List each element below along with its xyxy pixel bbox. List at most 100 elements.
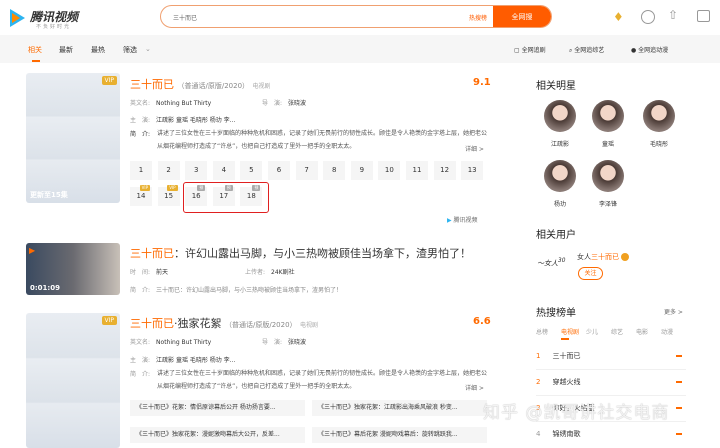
episode-button[interactable]: 9 xyxy=(350,161,373,180)
episode-button[interactable]: 13 xyxy=(461,161,484,180)
hot-tab[interactable]: 动漫 xyxy=(661,327,673,336)
episode-button[interactable]: 5 xyxy=(240,161,263,180)
hot-search-title: 热搜榜单 xyxy=(536,308,576,319)
trend-flat-icon xyxy=(676,355,682,357)
hot-tab[interactable]: 电影 xyxy=(636,327,648,336)
star-avatar[interactable] xyxy=(592,100,624,132)
star-name[interactable]: 杨玏 xyxy=(540,199,580,208)
hot-list-item[interactable]: 4 锦绣南歌 xyxy=(536,429,686,441)
rank-number: 1 xyxy=(536,352,541,360)
clip-link[interactable]: 《三十而已》幕后花絮 漫妮吻戏幕后：旋转跳跃我... xyxy=(312,427,487,443)
hot-tab[interactable]: 少儿 xyxy=(586,327,598,336)
chevron-down-icon[interactable]: ⌄ xyxy=(145,45,151,53)
uploader: 上传者: 24K剧社 xyxy=(245,269,295,276)
tab-latest[interactable]: 最新 xyxy=(59,45,73,55)
user-name[interactable]: 女人三十而已 xyxy=(577,252,630,262)
tencent-video-logo-icon[interactable] xyxy=(10,9,25,27)
description: 讲述了三位女性在三十岁面临的种种危机和困惑，记录了她们无畏前行的韧性成长。顾佳是… xyxy=(157,130,487,150)
english-name: 英文名: Nothing But Thirty xyxy=(130,100,212,107)
video-thumbnail[interactable]: ▶ 0:01:09 xyxy=(26,243,120,295)
upload-time: 时 间: 前天 xyxy=(130,269,169,276)
episode-button[interactable]: 12 xyxy=(433,161,456,180)
clip-link[interactable]: 《三十而已》独家花絮：漫妮激吻幕后大公开，反差... xyxy=(130,427,305,443)
episode-button[interactable]: 4 xyxy=(212,161,235,180)
hot-tab[interactable]: 电视剧 xyxy=(561,327,579,336)
director: 导 演: 张晓波 xyxy=(262,100,307,107)
rank-number: 4 xyxy=(536,430,541,438)
episode-button[interactable]: 7 xyxy=(295,161,318,180)
tab-hottest[interactable]: 最热 xyxy=(91,45,105,55)
director: 导 演: 张晓波 xyxy=(262,339,307,346)
star-avatar[interactable] xyxy=(592,160,624,192)
episode-button[interactable]: 8 xyxy=(323,161,346,180)
video-description: 简 介: 三十而已：许幻山露出马脚，与小三热吻被顾佳当场拿下，渣男怕了！ xyxy=(130,287,343,294)
english-name: 英文名: Nothing But Thirty xyxy=(130,339,212,346)
hot-tab[interactable]: 总榜 xyxy=(536,327,548,336)
episode-button[interactable]: 11 xyxy=(406,161,428,180)
hot-search-link[interactable]: 热搜榜 xyxy=(469,13,487,22)
result-poster[interactable]: VIP 更新至15集 xyxy=(26,73,120,203)
track-anime-link[interactable]: ● 全网追动漫 xyxy=(631,45,668,54)
trend-flat-icon xyxy=(676,381,682,383)
client-download-icon[interactable] xyxy=(697,10,710,22)
tab-related[interactable]: 相关 xyxy=(28,45,42,55)
verified-icon xyxy=(621,253,630,261)
vip-diamond-icon[interactable]: ♦ xyxy=(613,10,624,24)
hot-item-title: 三十而已 xyxy=(552,352,581,360)
clip-link[interactable]: 《三十而已》花絮：情侣原谅幕后公开 杨玏扬言要... xyxy=(130,400,305,416)
desc-label: 简 介: xyxy=(130,371,151,378)
detail-link[interactable]: 详细 > xyxy=(465,383,484,392)
tab-filter[interactable]: 筛选 xyxy=(123,45,137,55)
desc-label: 简 介: xyxy=(130,131,151,138)
star-name[interactable]: 江疏影 xyxy=(540,139,580,148)
episode-button[interactable]: 14 VIP xyxy=(130,185,152,206)
score: 6.6 xyxy=(473,316,491,327)
episode-button[interactable]: 15 VIP xyxy=(157,185,180,206)
filter-nav: 相关 最新 最热 筛选 ⌄ ▢ 全网追剧 ⌕ 全网追综艺 ● 全网追动漫 xyxy=(0,35,720,63)
search-input[interactable]: 三十而已 xyxy=(173,13,197,22)
vip-badge: VIP xyxy=(101,76,117,85)
clip-link[interactable]: 《三十而已》独家花絮：江疏影出海乘风破浪 秒变... xyxy=(312,400,487,416)
active-tab-indicator xyxy=(561,338,569,340)
video-title[interactable]: 三十而已：许幻山露出马脚，与小三热吻被顾佳当场拿下，渣男怕了！ xyxy=(130,245,471,261)
search-box[interactable]: 三十而已 热搜榜 全网搜 xyxy=(160,5,552,28)
active-tab-indicator xyxy=(32,60,40,62)
follow-button[interactable]: 关注 xyxy=(578,267,603,280)
search-button[interactable]: 全网搜 xyxy=(493,6,551,27)
star-name[interactable]: 童瑶 xyxy=(588,139,628,148)
hot-list-item[interactable]: 2 穿越火线 xyxy=(536,377,686,389)
result-title[interactable]: 三十而已·独家花絮 （普通话/原版/2020） 电视剧 xyxy=(130,315,318,331)
more-link[interactable]: 更多 > xyxy=(664,307,683,316)
star-name[interactable]: 李泽锋 xyxy=(588,199,628,208)
track-drama-link[interactable]: ▢ 全网追剧 xyxy=(514,45,546,54)
episode-button[interactable]: 10 xyxy=(378,161,401,180)
detail-link[interactable]: 详细 > xyxy=(465,144,484,153)
star-avatar[interactable] xyxy=(643,100,675,132)
result-poster[interactable]: VIP xyxy=(26,313,120,448)
episode-button[interactable]: 6 xyxy=(268,161,290,180)
episode-button[interactable]: 2 xyxy=(157,161,180,180)
history-clock-icon[interactable] xyxy=(641,10,655,24)
star-name[interactable]: 毛晓彤 xyxy=(639,139,679,148)
track-variety-link[interactable]: ⌕ 全网追综艺 xyxy=(569,45,604,55)
source-tencent-video[interactable]: ▶ 腾讯视频 xyxy=(447,215,478,224)
hot-list-item[interactable]: 1 三十而已 xyxy=(536,351,686,363)
hot-item-title: 穿越火线 xyxy=(552,378,581,386)
hot-tab[interactable]: 综艺 xyxy=(611,327,623,336)
episode-badge: VIP xyxy=(139,185,150,191)
episode-button[interactable]: 3 xyxy=(185,161,208,180)
hot-item-title: 锦绣南歌 xyxy=(552,430,581,438)
watermark: 知乎 @凯哥讲社交电商 xyxy=(483,403,670,423)
update-status: 更新至15集 xyxy=(30,191,68,199)
video-duration: 0:01:09 xyxy=(30,284,60,292)
highlight-box xyxy=(183,182,269,213)
result-title[interactable]: 三十而已 （普通话/原版/2020） 电视剧 xyxy=(130,76,271,92)
star-avatar[interactable] xyxy=(544,100,576,132)
episode-button[interactable]: 1 xyxy=(130,161,152,180)
upload-icon[interactable]: ⇧ xyxy=(668,8,678,22)
star-avatar[interactable] xyxy=(544,160,576,192)
user-avatar-logo[interactable]: 〜女人30 xyxy=(537,258,565,268)
rank-number: 2 xyxy=(536,378,541,386)
related-stars-title: 相关明星 xyxy=(536,81,576,92)
header: 腾讯视频 不负好时光 三十而已 热搜榜 全网搜 ♦ ⇧ xyxy=(0,0,720,35)
